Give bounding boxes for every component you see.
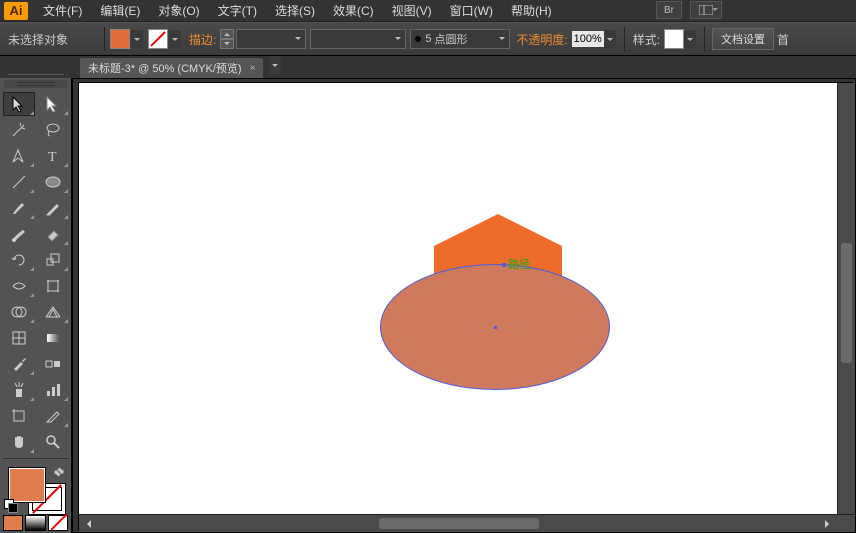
horizontal-scrollbar[interactable]: [79, 514, 855, 532]
divider: [704, 27, 705, 51]
color-mode-solid[interactable]: [3, 515, 23, 531]
magic-wand-tool[interactable]: [3, 118, 35, 142]
vertical-scrollbar[interactable]: [837, 83, 855, 515]
stroke-profile-text: 点圆形: [435, 31, 468, 47]
menu-effect[interactable]: 效果(C): [324, 0, 383, 21]
layout-icon: [699, 5, 713, 15]
document-tab[interactable]: 未标题-3* @ 50% (CMYK/预览) ×: [80, 58, 263, 78]
brush-definition[interactable]: 5 点圆形: [410, 29, 510, 49]
app-logo: Ai: [4, 2, 28, 20]
slice-tool[interactable]: [37, 404, 69, 428]
fill-color[interactable]: [8, 467, 46, 503]
fill-stroke-color-box: [4, 465, 68, 513]
graphic-style-swatch[interactable]: [664, 29, 684, 49]
opacity-field[interactable]: 100%: [572, 31, 604, 47]
stroke-label: 描边:: [189, 31, 216, 48]
svg-text:T: T: [48, 150, 57, 165]
opacity-label: 不透明度:: [516, 31, 567, 48]
ellipse-tool[interactable]: [37, 170, 69, 194]
gradient-tool[interactable]: [37, 326, 69, 350]
selection-status: 未选择对象: [4, 31, 100, 48]
column-graph-tool[interactable]: [37, 378, 69, 402]
horizontal-scroll-thumb[interactable]: [379, 518, 539, 529]
vertical-scroll-thumb[interactable]: [841, 243, 852, 363]
tab-overflow-button[interactable]: [269, 56, 281, 74]
panel-grip[interactable]: [0, 70, 72, 78]
free-transform-tool[interactable]: [37, 274, 69, 298]
default-fill-stroke[interactable]: [4, 499, 18, 513]
lasso-tool[interactable]: [37, 118, 69, 142]
style-label: 样式:: [633, 31, 660, 48]
paintbrush-tool[interactable]: [3, 196, 35, 220]
smart-guide-label: 路径: [502, 256, 530, 272]
fill-dropdown[interactable]: [131, 30, 143, 48]
bridge-button[interactable]: Br: [656, 1, 682, 19]
eyedropper-tool[interactable]: [3, 352, 35, 376]
artboard[interactable]: 路径: [79, 83, 852, 530]
stroke-dropdown[interactable]: [169, 30, 181, 48]
tools-panel: T: [0, 78, 72, 533]
menu-window[interactable]: 窗口(W): [441, 0, 502, 21]
swap-fill-stroke[interactable]: [52, 465, 66, 479]
stroke-swatch[interactable]: [148, 29, 168, 49]
control-bar: 未选择对象 描边: 5 点圆形 不透明度: 100% 样式: 文档设置 首: [0, 22, 856, 56]
document-setup-button[interactable]: 文档设置: [712, 28, 774, 50]
blob-brush-tool[interactable]: [3, 222, 35, 246]
symbol-sprayer-tool[interactable]: [3, 378, 35, 402]
perspective-grid-tool[interactable]: [37, 300, 69, 324]
color-mode-none[interactable]: [48, 515, 68, 531]
variable-width-profile[interactable]: [310, 29, 406, 49]
stroke-weight-spinner[interactable]: [220, 29, 234, 49]
selection-tool[interactable]: [3, 92, 35, 116]
line-segment-tool[interactable]: [3, 170, 35, 194]
fill-swatch[interactable]: [110, 29, 130, 49]
document-tab-title: 未标题-3* @ 50% (CMYK/预览): [88, 60, 242, 76]
pen-tool[interactable]: [3, 144, 35, 168]
scale-tool[interactable]: [37, 248, 69, 272]
menu-select[interactable]: 选择(S): [266, 0, 324, 21]
menu-type[interactable]: 文字(T): [209, 0, 266, 21]
stroke-weight-text: 5: [425, 33, 431, 45]
document-window: 路径: [72, 78, 856, 533]
blend-tool[interactable]: [37, 352, 69, 376]
width-tool[interactable]: [3, 274, 35, 298]
artboard-tool[interactable]: [3, 404, 35, 428]
shape-builder-tool[interactable]: [3, 300, 35, 324]
tools-panel-grip[interactable]: [4, 80, 67, 88]
extra-label[interactable]: 首: [777, 31, 789, 48]
brush-dot-icon: [415, 36, 421, 42]
direct-selection-tool[interactable]: [37, 92, 69, 116]
document-tab-strip: 未标题-3* @ 50% (CMYK/预览) ×: [0, 56, 856, 79]
menu-bar: Ai 文件(F) 编辑(E) 对象(O) 文字(T) 选择(S) 效果(C) 视…: [0, 0, 856, 22]
zoom-tool[interactable]: [37, 430, 69, 454]
menu-view[interactable]: 视图(V): [383, 0, 441, 21]
smart-guide-text: 路径: [508, 259, 530, 271]
main-area: T: [0, 78, 856, 533]
opacity-dropdown[interactable]: [604, 30, 616, 48]
menu-help[interactable]: 帮助(H): [502, 0, 561, 21]
color-mode-gradient[interactable]: [25, 515, 45, 531]
layout-picker[interactable]: [690, 1, 722, 19]
menu-file[interactable]: 文件(F): [34, 0, 91, 21]
scroll-left-button[interactable]: [79, 516, 95, 532]
graphic-style-dropdown[interactable]: [684, 30, 696, 48]
divider: [104, 27, 105, 51]
shape-ellipse-selected[interactable]: [380, 264, 610, 390]
pencil-tool[interactable]: [37, 196, 69, 220]
tab-close-button[interactable]: ×: [250, 63, 256, 74]
color-mode-row: [0, 513, 71, 533]
divider: [624, 27, 625, 51]
hand-tool[interactable]: [3, 430, 35, 454]
mesh-tool[interactable]: [3, 326, 35, 350]
anchor-point-icon: [502, 263, 506, 267]
menu-object[interactable]: 对象(O): [149, 0, 208, 21]
ellipse-center-point: [494, 326, 497, 329]
rotate-tool[interactable]: [3, 248, 35, 272]
scroll-right-button[interactable]: [821, 516, 837, 532]
stroke-weight-field[interactable]: [236, 29, 306, 49]
type-tool[interactable]: T: [37, 144, 69, 168]
eraser-tool[interactable]: [37, 222, 69, 246]
menu-edit[interactable]: 编辑(E): [91, 0, 149, 21]
